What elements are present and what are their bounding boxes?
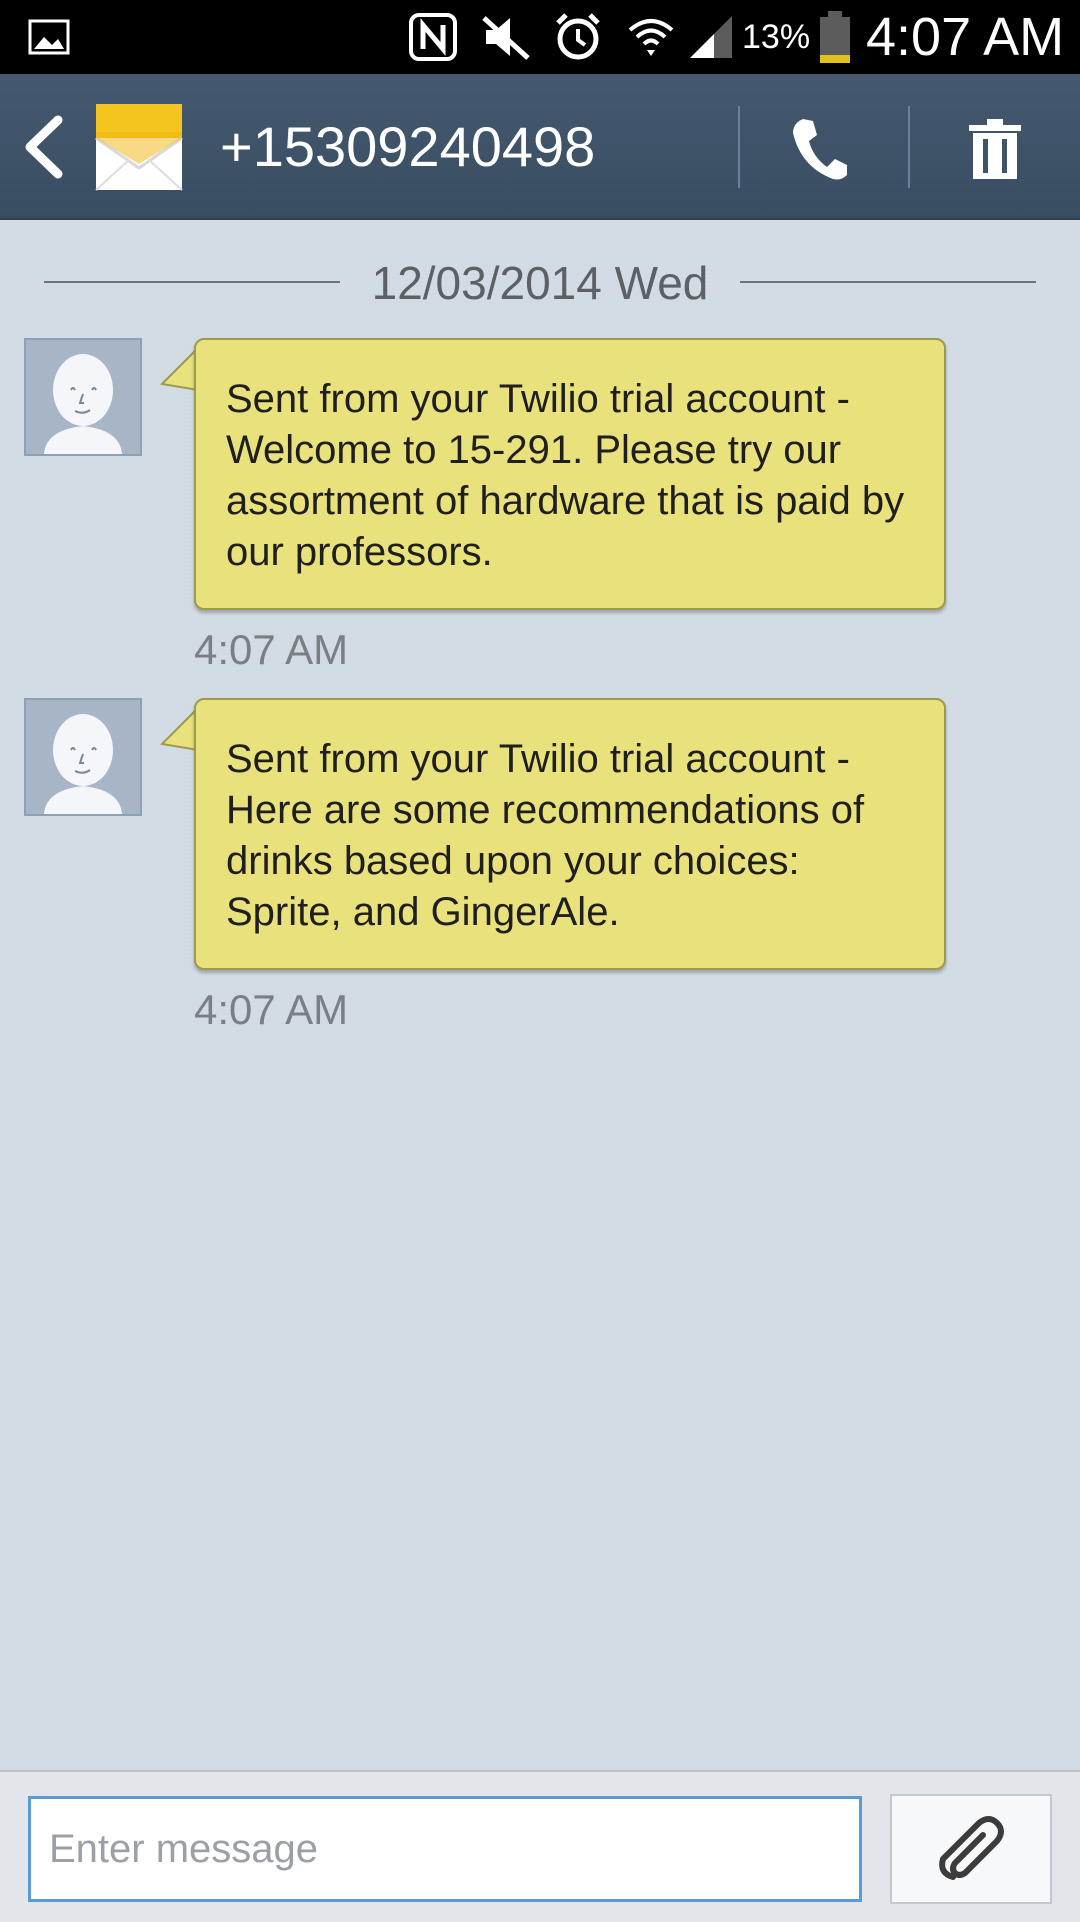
gallery-icon [28, 0, 70, 74]
back-icon [25, 115, 63, 179]
date-separator: 12/03/2014 Wed [44, 250, 1036, 314]
avatar[interactable] [24, 698, 142, 816]
message-input[interactable] [28, 1796, 862, 1902]
call-button[interactable] [760, 104, 880, 194]
back-button[interactable] [20, 114, 70, 180]
wifi-icon [626, 0, 676, 74]
message-time: 4:07 AM [194, 986, 349, 1033]
message-bubble[interactable]: Sent from your Twilio trial account - He… [194, 698, 946, 970]
envelope-icon [94, 102, 184, 192]
conversation-date: 12/03/2014 Wed [371, 257, 709, 309]
composer-bar [0, 1770, 1080, 1922]
signal-icon [688, 0, 734, 74]
paperclip-icon [939, 1816, 1004, 1880]
nfc-icon [408, 0, 458, 74]
divider [908, 106, 910, 188]
divider [738, 106, 740, 188]
trash-icon [969, 119, 1021, 179]
message-bubble[interactable]: Sent from your Twilio trial account - We… [194, 338, 946, 610]
default-contact-icon [44, 354, 122, 454]
battery-icon [818, 0, 852, 74]
contact-number: +15309240498 [220, 115, 596, 178]
default-contact-icon [44, 714, 122, 814]
message-time: 4:07 AM [194, 626, 349, 673]
status-bar: 13% 4:07 AM [0, 0, 1080, 74]
avatar[interactable] [24, 338, 142, 456]
action-bar: +15309240498 [0, 74, 1080, 220]
mute-icon [480, 0, 532, 74]
attach-button[interactable] [890, 1794, 1052, 1904]
alarm-icon [552, 0, 604, 74]
conversation-view[interactable]: 12/03/2014 Wed Sent from your Twilio tri… [0, 220, 1080, 1770]
battery-percent: 13% [742, 17, 811, 56]
delete-button[interactable] [940, 104, 1050, 194]
divider [740, 281, 1036, 283]
phone-icon [793, 119, 847, 180]
status-clock: 4:07 AM [866, 7, 1065, 67]
